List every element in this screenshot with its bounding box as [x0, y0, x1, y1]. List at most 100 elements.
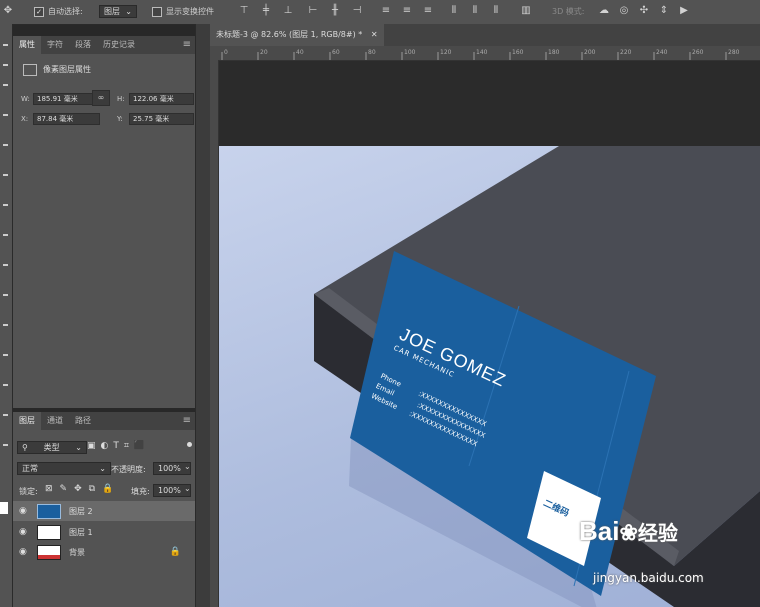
ruler-tick-label: 100 — [404, 49, 416, 56]
3d-pan-icon[interactable]: ✣ — [638, 4, 650, 18]
opacity-label: 不透明度: — [111, 465, 146, 474]
y-label: Y: — [117, 115, 123, 123]
ruler-tick-label: 220 — [620, 49, 632, 56]
tool-icon[interactable] — [3, 44, 8, 46]
auto-align-icon[interactable]: ▥ — [520, 4, 532, 18]
ruler-tick-label: 140 — [476, 49, 488, 56]
layers-tabs: 图层 通道 路径 — [13, 412, 195, 430]
distribute-bottom-icon[interactable]: ≡ — [422, 4, 434, 18]
link-icon[interactable]: ∞ — [92, 90, 110, 106]
layers-panel: 图层 通道 路径 ≡ ⚲ 类型 ⌄ ▣◐T⌗⬛ 正常 ⌄ 不透明度: 100% … — [13, 412, 195, 607]
tool-icon[interactable] — [3, 114, 8, 116]
foreground-color-swatch[interactable] — [0, 502, 8, 514]
y-field[interactable]: 25.75 毫米 — [129, 113, 194, 125]
document-tabs: 未标题-3 @ 82.6% (图层 1, RGB/8#) * ✕ — [210, 24, 760, 46]
tool-icon[interactable] — [3, 324, 8, 326]
panel-menu-icon[interactable]: ≡ — [183, 39, 191, 50]
layer-thumbnail — [37, 544, 61, 560]
layer-row[interactable]: ◉ 图层 1 — [13, 522, 195, 542]
distribute-vcenter-icon[interactable]: ≡ — [401, 4, 413, 18]
mode-3d-label: 3D 模式: — [552, 7, 585, 16]
x-field[interactable]: 87.84 毫米 — [33, 113, 100, 125]
tab-history[interactable]: 历史记录 — [97, 36, 141, 54]
layer-row[interactable]: ◉ 背景 🔒 — [13, 542, 195, 562]
3d-slide-icon[interactable]: ⇕ — [658, 4, 670, 18]
ruler-tick-label: 120 — [440, 49, 452, 56]
tool-icon[interactable] — [3, 64, 8, 66]
align-bottom-icon[interactable]: ⊥ — [282, 4, 294, 18]
layer-filter-dropdown[interactable]: ⚲ 类型 ⌄ — [17, 441, 87, 454]
checkbox-checked-icon: ✓ — [34, 6, 44, 17]
distribute-hcenter-icon[interactable]: ⦀ — [469, 4, 481, 18]
vertical-ruler — [210, 46, 219, 607]
show-transform-checkbox[interactable]: 显示变换控件 — [152, 5, 214, 18]
auto-select-label: 自动选择: — [48, 7, 83, 16]
move-tool-icon[interactable]: ✥ — [2, 4, 14, 18]
3d-scale-icon[interactable]: ▶ — [678, 4, 690, 18]
auto-select-checkbox[interactable]: ✓ 自动选择: — [34, 5, 83, 18]
align-vcenter-icon[interactable]: ╪ — [260, 4, 272, 18]
tool-icon[interactable] — [3, 204, 8, 206]
lock-icons[interactable]: ⊠✎✥⧉🔒 — [45, 484, 120, 494]
eye-icon[interactable]: ◉ — [19, 527, 31, 537]
height-field[interactable]: 122.06 毫米 — [129, 93, 194, 105]
filter-icons[interactable]: ▣◐T⌗⬛ — [87, 441, 150, 451]
search-icon: ⚲ — [22, 443, 28, 452]
layer-name: 图层 1 — [69, 527, 93, 537]
tab-layers[interactable]: 图层 — [13, 412, 41, 430]
ruler-tick-label: 40 — [296, 49, 304, 56]
tab-paragraph[interactable]: 段落 — [69, 36, 97, 54]
ruler-tick-label: 240 — [656, 49, 668, 56]
tab-paths[interactable]: 路径 — [69, 412, 97, 430]
tool-icon[interactable] — [3, 384, 8, 386]
tab-character[interactable]: 字符 — [41, 36, 69, 54]
tool-icon[interactable] — [3, 234, 8, 236]
3d-roll-icon[interactable]: ◎ — [618, 4, 630, 18]
eye-icon[interactable]: ◉ — [19, 506, 31, 516]
filter-toggle-icon[interactable] — [187, 442, 192, 447]
tab-properties[interactable]: 属性 — [13, 36, 41, 54]
document-tab[interactable]: 未标题-3 @ 82.6% (图层 1, RGB/8#) * ✕ — [210, 24, 384, 46]
tool-icon[interactable] — [3, 84, 8, 86]
tool-icon[interactable] — [3, 294, 8, 296]
distribute-right-icon[interactable]: ⦀ — [490, 4, 502, 18]
ruler-ticks: 0 20 40 60 80 100 120 140 160 180 200 220 240 260 280 — [221, 49, 740, 60]
distribute-left-icon[interactable]: ⦀ — [448, 4, 460, 18]
width-field[interactable]: 185.91 毫米 — [33, 93, 100, 105]
close-icon[interactable]: ✕ — [371, 30, 378, 39]
tool-icon[interactable] — [3, 174, 8, 176]
watermark-url: jingyan.baidu.com — [593, 571, 704, 585]
tool-icon[interactable] — [3, 414, 8, 416]
properties-tabs: 属性 字符 段落 历史记录 — [13, 36, 195, 54]
blend-mode-dropdown[interactable]: 正常 ⌄ — [17, 462, 111, 475]
tool-icon[interactable] — [3, 354, 8, 356]
3d-orbit-icon[interactable]: ☁ — [598, 4, 610, 18]
section-title: 像素图层属性 — [43, 65, 91, 74]
opacity-value: 100% — [158, 464, 181, 473]
layer-row[interactable]: ◉ 图层 2 — [13, 501, 195, 521]
layers-menu-icon[interactable]: ≡ — [183, 415, 191, 426]
align-right-icon[interactable]: ⊣ — [351, 4, 363, 18]
watermark-logo: Bai❀经验 — [579, 516, 678, 547]
checkbox-icon — [152, 6, 162, 17]
distribute-top-icon[interactable]: ≡ — [380, 4, 392, 18]
auto-select-dropdown[interactable]: 图层 ⌄ — [99, 5, 137, 18]
eye-icon[interactable]: ◉ — [19, 547, 31, 557]
tool-icon[interactable] — [3, 264, 8, 266]
tab-channels[interactable]: 通道 — [41, 412, 69, 430]
ruler-tick-label: 0 — [224, 49, 228, 56]
tool-icon[interactable] — [3, 144, 8, 146]
ruler-tick-label: 20 — [260, 49, 268, 56]
align-hcenter-icon[interactable]: ╫ — [329, 4, 341, 18]
chevron-down-icon[interactable]: ⌄ — [184, 462, 191, 471]
chevron-down-icon[interactable]: ⌄ — [184, 484, 191, 493]
tool-icon[interactable] — [3, 444, 8, 446]
align-left-icon[interactable]: ⊢ — [307, 4, 319, 18]
h-label: H: — [117, 95, 125, 103]
align-top-icon[interactable]: ⊤ — [238, 4, 250, 18]
panel-dock-strip — [195, 24, 211, 607]
document-image[interactable]: JOE GOMEZ CAR MECHANIC Phone:XXXXXXXXXXX… — [219, 146, 760, 607]
layer-filter-value: 类型 — [43, 443, 60, 452]
properties-panel: 属性 字符 段落 历史记录 ≡ 像素图层属性 W: 185.91 毫米 ∞ H:… — [13, 36, 195, 408]
fill-label: 填充: — [131, 487, 150, 496]
